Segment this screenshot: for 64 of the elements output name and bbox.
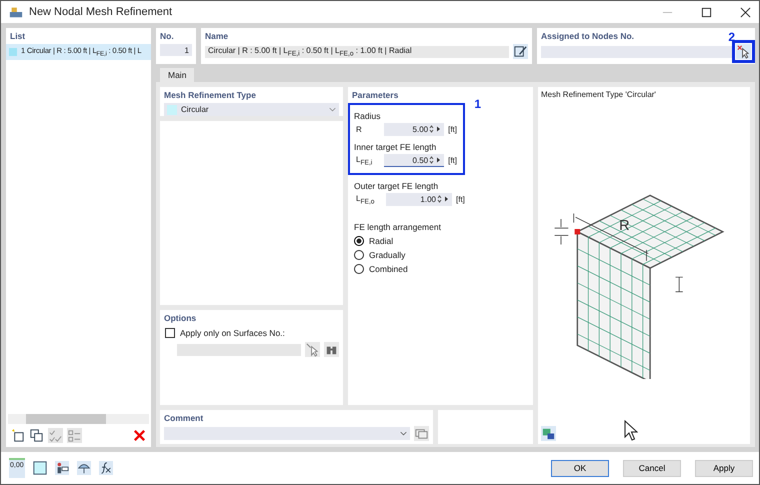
parameters-title: Parameters: [351, 89, 400, 102]
radio-button[interactable]: [354, 264, 364, 274]
unit-label: [ft]: [448, 125, 457, 134]
app-icon: [9, 5, 23, 19]
edit-icon[interactable]: [513, 44, 528, 59]
nodes-field[interactable]: [541, 46, 732, 58]
uncheck-icon[interactable]: [67, 428, 82, 443]
dialog-button[interactable]: Apply: [695, 460, 753, 476]
preview-title: Mesh Refinement Type 'Circular': [541, 90, 657, 99]
window-title: New Nodal Mesh Refinement: [29, 6, 172, 18]
info-table-icon[interactable]: [54, 461, 69, 475]
caret-icon: [329, 107, 336, 112]
value-spinbox[interactable]: 5.00: [384, 123, 444, 136]
options-title: Options: [163, 312, 198, 325]
comment-label: Comment: [163, 412, 204, 425]
number-field[interactable]: 1: [160, 44, 192, 56]
radio-button[interactable]: [354, 250, 364, 260]
mesh-drawing: R: [541, 139, 741, 379]
radio-label[interactable]: Radial: [369, 236, 394, 246]
binoculars-icon[interactable]: [324, 342, 339, 357]
callout-number: 1: [474, 97, 481, 111]
pick-pointer-icon[interactable]: [736, 44, 751, 59]
close-icon[interactable]: [740, 6, 751, 18]
assigned-label: Assigned to Nodes No.: [540, 30, 636, 43]
radio-button[interactable]: [354, 236, 364, 246]
surfaces-field[interactable]: [177, 344, 301, 356]
render-options-icon[interactable]: [541, 426, 556, 441]
horizontal-scrollbar[interactable]: [8, 414, 149, 424]
check-all-icon[interactable]: [48, 428, 63, 443]
main-tab[interactable]: Main: [160, 68, 194, 82]
spin-arrows-icon[interactable]: [428, 124, 442, 134]
color-square-icon[interactable]: [32, 461, 47, 475]
symbol-label: L$_{FE,i}$: [356, 154, 374, 166]
field-heading: Inner target FE length: [353, 141, 438, 154]
value-spinbox[interactable]: 0.50: [384, 154, 444, 167]
umbrella-icon[interactable]: [76, 461, 91, 475]
arrangement-heading: FE length arrangement: [353, 221, 442, 234]
mesh-type-dropdown[interactable]: Circular: [164, 103, 339, 116]
symbol-label: L$_{FE,o}$: [356, 194, 376, 206]
surfaces-checkbox[interactable]: Apply only on Surfaces No.:: [160, 326, 343, 342]
mesh-type-label: Mesh Refinement Type: [163, 89, 257, 102]
spin-arrows-icon[interactable]: [436, 194, 450, 204]
copy-icon[interactable]: [29, 428, 44, 443]
field-heading: Outer target FE length: [353, 180, 440, 193]
number-label: No.: [159, 30, 175, 43]
function-icon[interactable]: [98, 461, 113, 475]
maximize-icon[interactable]: [701, 6, 712, 18]
dialog-button[interactable]: OK: [551, 460, 609, 476]
name-label: Name: [204, 30, 230, 43]
new-item-icon[interactable]: [10, 428, 25, 443]
radio-label[interactable]: Combined: [369, 264, 408, 274]
unit-label: [ft]: [448, 156, 457, 165]
delete-icon[interactable]: [132, 428, 147, 443]
unit-label: [ft]: [456, 195, 465, 204]
symbol-label: R: [356, 125, 363, 134]
value-spinbox[interactable]: 1.00: [386, 193, 452, 206]
caret-icon: [400, 431, 407, 436]
field-heading: Radius: [353, 110, 382, 123]
radio-label[interactable]: Gradually: [369, 250, 406, 260]
dialog-button[interactable]: Cancel: [623, 460, 681, 476]
list-title: List: [9, 30, 26, 43]
spin-arrows-icon[interactable]: [428, 155, 442, 165]
name-field[interactable]: Circular | R : 5.00 ft | L$_{FE,i}$ : 0.50 ft | L$_{FE,o}$ : 1.00 ft | Radial: [205, 46, 509, 58]
pick-pointer-icon[interactable]: [305, 342, 320, 357]
